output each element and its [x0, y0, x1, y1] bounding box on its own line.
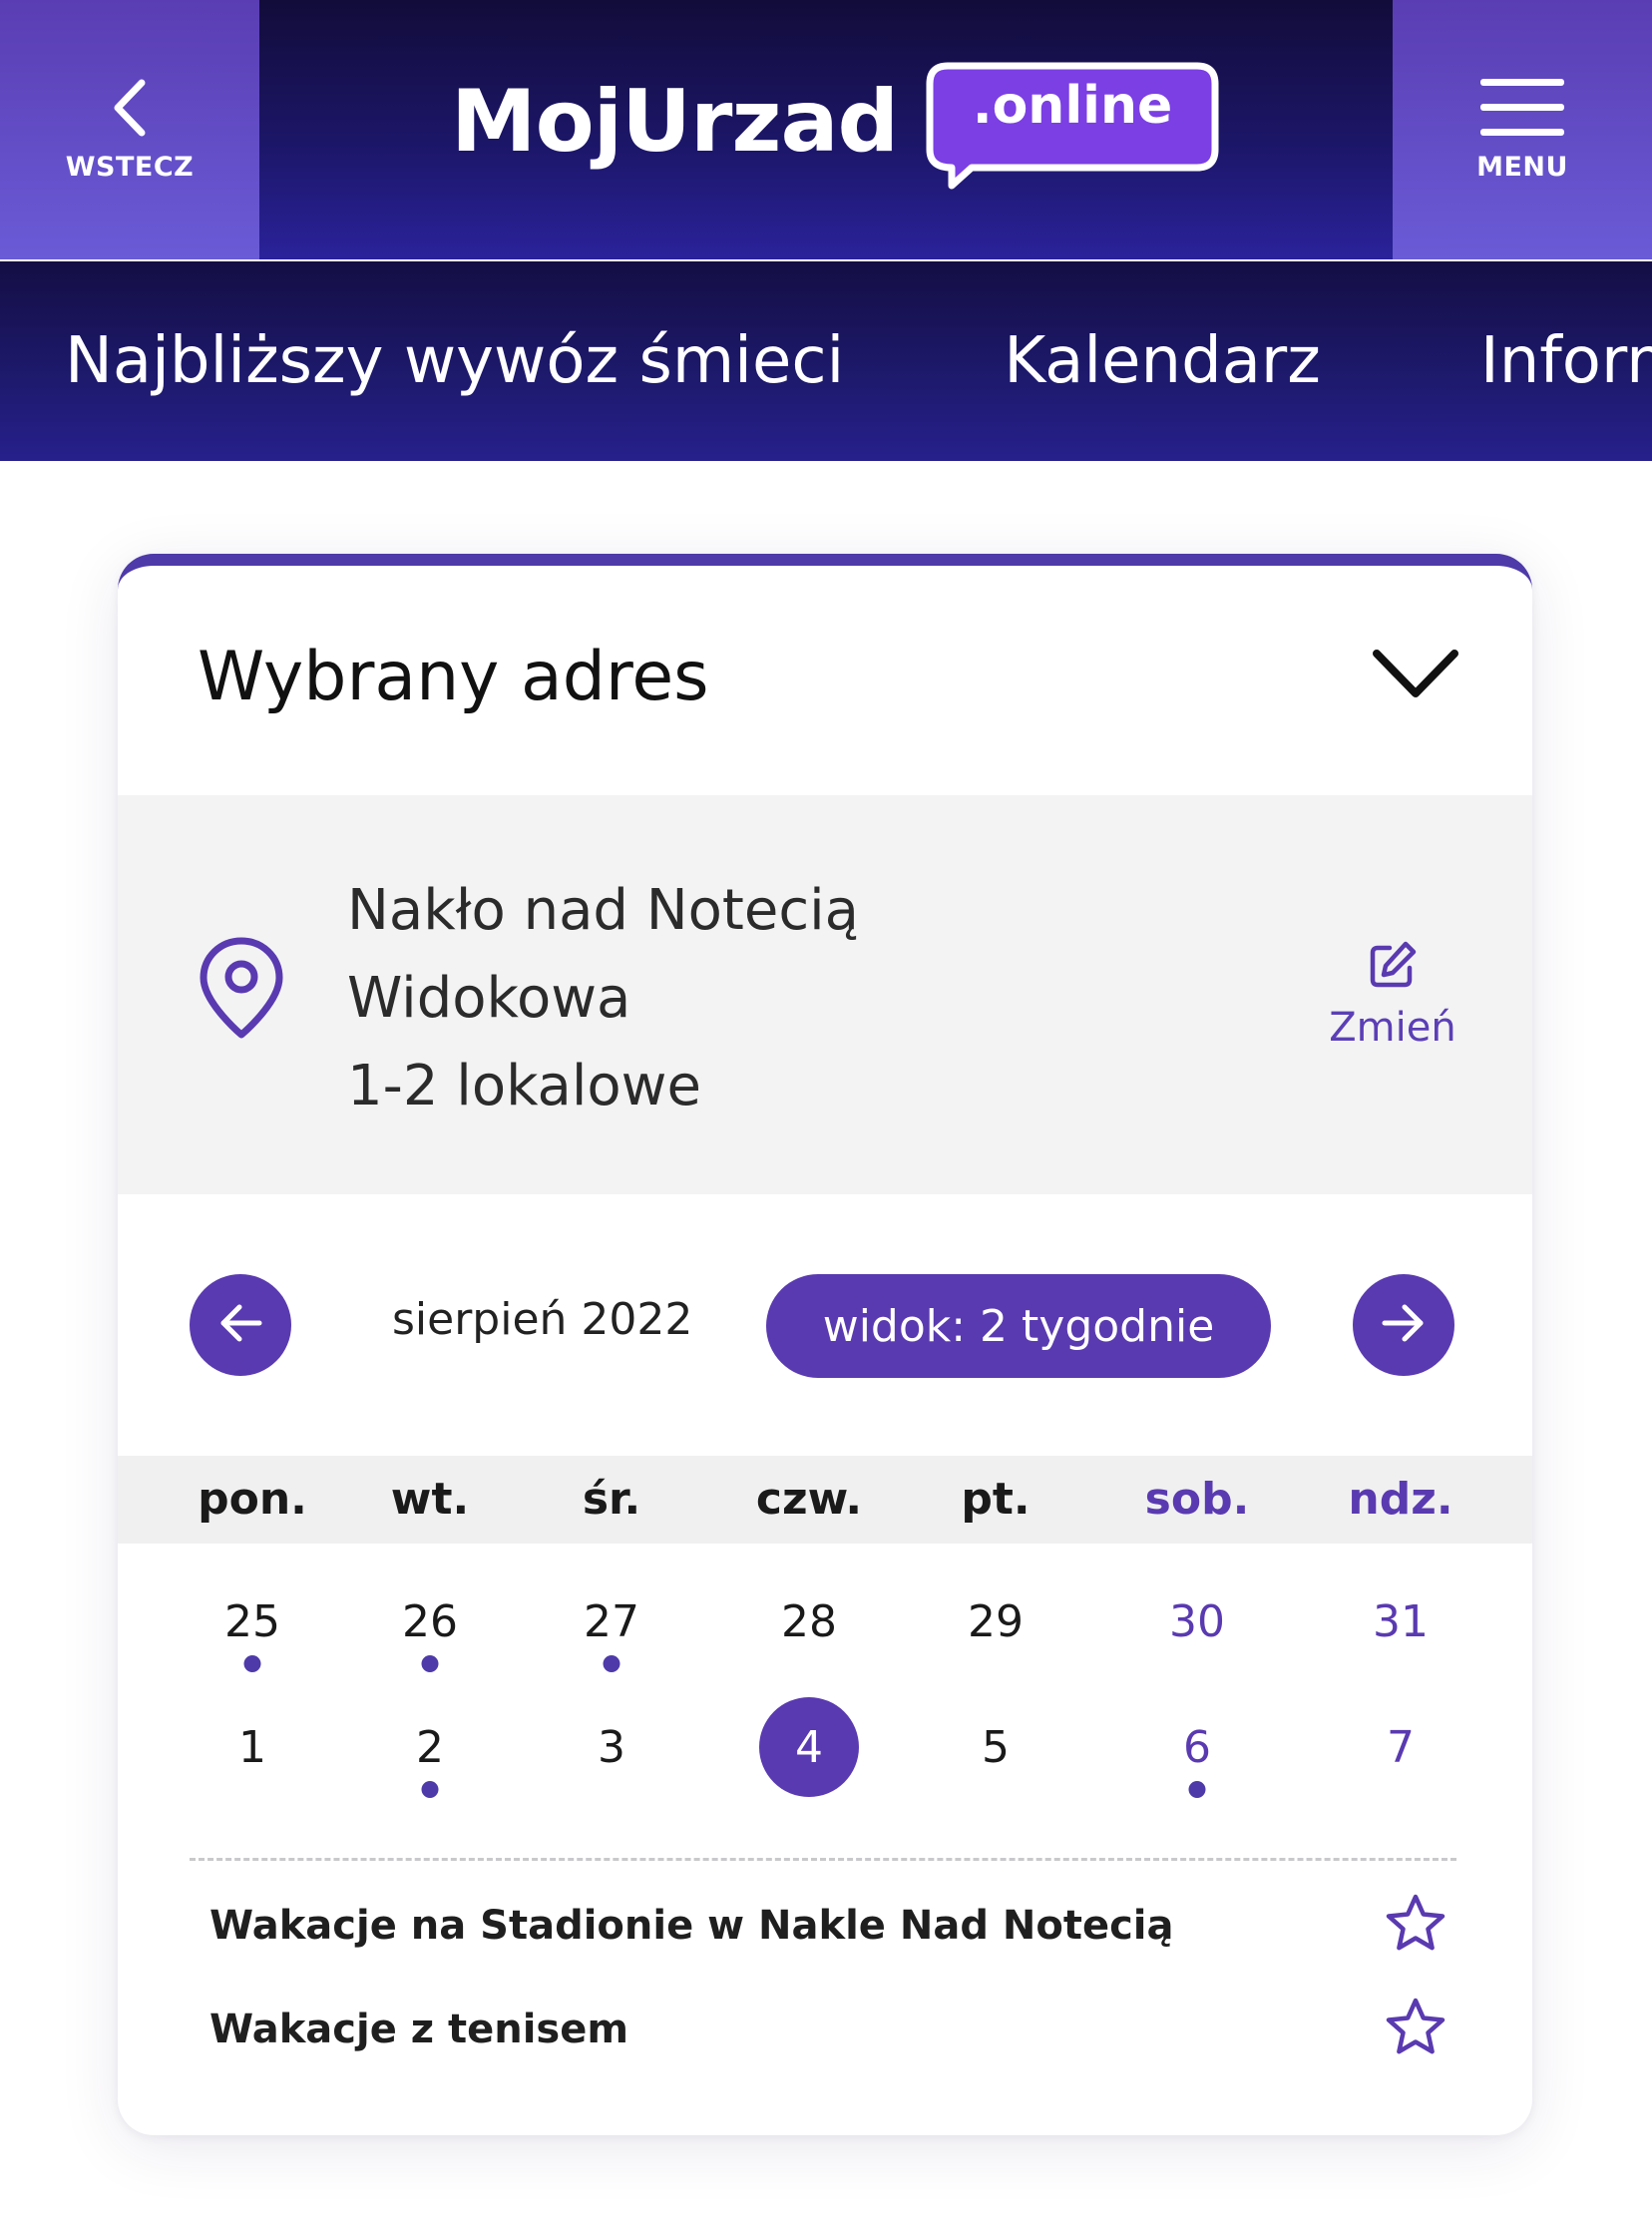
- change-label: Zmień: [1329, 1004, 1456, 1051]
- calendar-day[interactable]: 3: [562, 1697, 661, 1797]
- star-icon[interactable]: [1385, 1997, 1446, 2061]
- menu-button[interactable]: MENU: [1393, 0, 1652, 259]
- back-button[interactable]: WSTECZ: [0, 0, 259, 259]
- brand-logo: MojUrzad .online: [451, 42, 1219, 202]
- calendar-day[interactable]: 5: [946, 1697, 1045, 1797]
- calendar-day[interactable]: 1: [203, 1697, 302, 1797]
- weekday-label: ndz.: [1348, 1474, 1453, 1525]
- weekday-label: śr.: [582, 1474, 641, 1525]
- calendar-navigation: sierpień 2022 widok: 2 tygodnie: [118, 1194, 1532, 1456]
- address-city: Nakło nad Notecią: [347, 878, 859, 943]
- event-title[interactable]: Wakacje na Stadionie w Nakle Nad Notecią: [209, 1903, 1174, 1949]
- address-lines: Nakło nad Notecią Widokowa 1-2 lokalowe: [347, 867, 859, 1130]
- weekday-label: wt.: [390, 1474, 470, 1525]
- event-indicator-dot: [603, 1655, 620, 1672]
- month-label: sierpień 2022: [392, 1294, 693, 1345]
- weekday-label: sob.: [1144, 1474, 1250, 1525]
- tabs-bar: Najbliższy wywóz śmieci Kalendarz Inform: [0, 261, 1652, 461]
- address-calendar-card: Wybrany adres Nakło nad Notecią Widokowa…: [118, 554, 1532, 2135]
- event-indicator-dot: [243, 1655, 261, 1672]
- card-title: Wybrany adres: [198, 638, 709, 716]
- chevron-left-icon: [108, 77, 152, 144]
- address-card-header[interactable]: Wybrany adres: [118, 566, 1532, 795]
- star-icon[interactable]: [1385, 1893, 1446, 1958]
- calendar-day[interactable]: 30: [1147, 1571, 1247, 1671]
- tab-kalendarz[interactable]: Kalendarz: [924, 324, 1401, 398]
- previous-period-button[interactable]: [190, 1274, 291, 1376]
- tab-najblizszy-wywoz[interactable]: Najbliższy wywóz śmieci: [0, 324, 924, 398]
- back-label: WSTECZ: [65, 152, 195, 183]
- weekday-label: pt.: [961, 1474, 1031, 1525]
- tab-informacje[interactable]: Inform: [1401, 324, 1652, 398]
- event-title[interactable]: Wakacje z tenisem: [209, 2007, 628, 2052]
- selected-address: Nakło nad Notecią Widokowa 1-2 lokalowe …: [118, 795, 1532, 1194]
- menu-label: MENU: [1476, 152, 1568, 183]
- event-indicator-dot: [421, 1655, 439, 1672]
- event-indicator-dot: [421, 1781, 439, 1798]
- arrow-left-icon: [215, 1301, 265, 1350]
- calendar-day-today[interactable]: 4: [759, 1697, 859, 1797]
- brand-suffix: .online: [972, 76, 1173, 136]
- calendar-day[interactable]: 29: [946, 1571, 1045, 1671]
- arrow-right-icon: [1379, 1301, 1429, 1350]
- weekday-label: pon.: [198, 1474, 307, 1525]
- next-period-button[interactable]: [1353, 1274, 1454, 1376]
- change-address-button[interactable]: Zmień: [1313, 905, 1472, 1085]
- calendar-day[interactable]: 31: [1351, 1571, 1450, 1671]
- weekday-label: czw.: [755, 1474, 863, 1525]
- view-mode-button[interactable]: widok: 2 tygodnie: [766, 1274, 1271, 1378]
- map-pin-icon: [196, 935, 287, 1046]
- edit-icon: [1368, 940, 1418, 995]
- address-building-type: 1-2 lokalowe: [347, 1054, 701, 1118]
- event-indicator-dot: [1188, 1781, 1206, 1798]
- app-header: WSTECZ MojUrzad .online MENU: [0, 0, 1652, 259]
- hamburger-icon: [1478, 77, 1566, 144]
- calendar-day[interactable]: 28: [759, 1571, 859, 1671]
- address-street: Widokowa: [347, 966, 631, 1031]
- chevron-down-icon[interactable]: [1371, 646, 1460, 708]
- weekday-header: pon. wt. śr. czw. pt. sob. ndz.: [118, 1456, 1532, 1544]
- calendar-day[interactable]: 7: [1351, 1697, 1450, 1797]
- brand-name: MojUrzad: [451, 72, 899, 172]
- brand-bubble: .online: [926, 62, 1219, 190]
- calendar-grid: 25 26 27 28 29 30 31 1 2 3 4 5 6 7: [118, 1544, 1532, 1843]
- events-divider: [190, 1858, 1456, 1861]
